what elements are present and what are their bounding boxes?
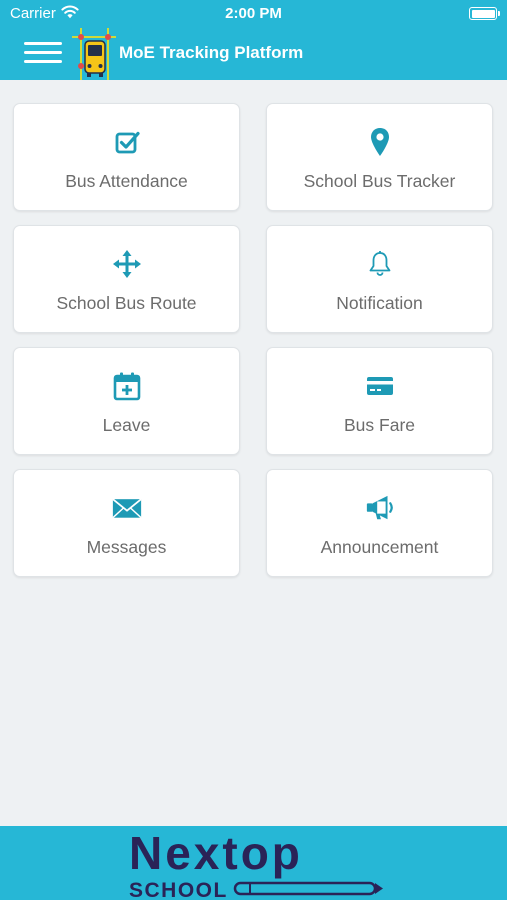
leave-tile[interactable]: Leave [13,347,240,455]
school-bus-tracker-tile[interactable]: School Bus Tracker [266,103,493,211]
messages-tile[interactable]: Messages [13,469,240,577]
megaphone-icon [366,495,393,520]
tile-label: Leave [102,415,151,435]
tile-label: Messages [86,537,167,557]
hamburger-menu-button[interactable] [24,40,64,68]
map-pin-icon [370,128,389,156]
battery-icon [469,7,500,20]
status-bar: Carrier 2:00 PM [0,0,507,28]
tile-label: School Bus Tracker [303,171,456,191]
tile-label: School Bus Route [56,293,197,313]
footer-banner: Nextop SCHOOL [0,826,507,900]
tile-label: Notification [336,293,423,313]
menu-icon-bar [24,42,62,45]
credit-card-icon [366,377,393,395]
school-bus-logo-icon [72,28,116,80]
menu-icon-bar [24,51,62,54]
menu-icon-bar [24,60,62,63]
tile-label: Bus Attendance [65,171,188,191]
announcement-tile[interactable]: Announcement [266,469,493,577]
app-title: MoE Tracking Platform [119,43,304,62]
calendar-plus-icon [113,372,140,401]
envelope-icon [111,498,142,519]
bus-fare-tile[interactable]: Bus Fare [266,347,493,455]
app-header: MoE Tracking Platform [0,28,507,80]
checkbox-check-icon [115,131,140,154]
bell-icon [369,251,390,276]
brand-subtitle: SCHOOL [129,879,228,900]
notification-tile[interactable]: Notification [266,225,493,333]
tile-label: Announcement [320,537,439,557]
nextop-school-logo: Nextop SCHOOL [129,827,383,900]
status-time: 2:00 PM [225,5,282,22]
brand-name: Nextop [129,827,303,879]
move-arrows-icon [112,250,141,278]
bus-attendance-tile[interactable]: Bus Attendance [13,103,240,211]
tile-label: Bus Fare [344,415,415,435]
school-bus-route-tile[interactable]: School Bus Route [13,225,240,333]
